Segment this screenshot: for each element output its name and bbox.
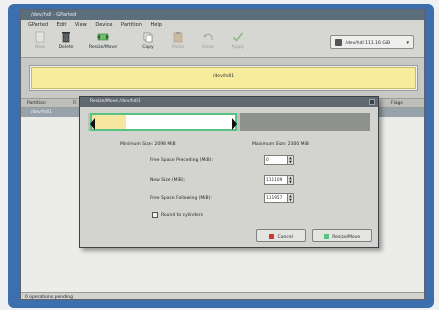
disk-icon xyxy=(335,39,342,46)
apply-label: Apply xyxy=(231,45,245,50)
resize-move-icon xyxy=(323,234,329,239)
free-following-value: 111957 xyxy=(266,196,283,201)
new-size-label: New Size (MiB): xyxy=(150,178,186,183)
round-to-cylinders-label: Round to cylinders xyxy=(161,213,203,218)
cancel-label: Cancel xyxy=(277,235,293,240)
resize-move-dialog: Resize/Move /dev/hdl1 Minimum Size: 2098… xyxy=(79,96,379,248)
device-selector[interactable]: /dev/hdl 111.16 GiB ▾ xyxy=(330,35,414,49)
resize-move-button[interactable]: Resize/Move xyxy=(83,31,123,56)
window-title: /dev/hdl - GParted xyxy=(31,12,77,18)
checkbox-icon[interactable] xyxy=(152,212,158,218)
apply-icon xyxy=(232,32,244,42)
maximum-size-label: Maximum Size: 2300 MiB xyxy=(252,142,309,147)
cancel-icon xyxy=(269,234,275,239)
menu-view[interactable]: View xyxy=(75,22,87,28)
left-resize-handle[interactable] xyxy=(90,118,95,130)
row-partition-name: /dev/hdl1 xyxy=(31,110,53,115)
status-text: 0 operations pending xyxy=(25,295,73,300)
cancel-button[interactable]: Cancel xyxy=(256,229,306,242)
free-preceding-input[interactable]: 0 ▲ ▼ xyxy=(264,155,294,165)
resize-move-icon xyxy=(97,33,109,41)
resize-move-confirm-button[interactable]: Resize/Move xyxy=(312,229,372,242)
menubar: GParted Edit View Device Partition Help xyxy=(21,20,424,29)
disk-graphic-label: /dev/hdl1 xyxy=(212,74,235,79)
new-size-input[interactable]: 111109 ▲ ▼ xyxy=(264,175,294,185)
undo-label: Undo xyxy=(202,45,214,50)
delete-button[interactable]: Delete xyxy=(51,31,81,56)
statusbar: 0 operations pending xyxy=(21,292,424,300)
close-icon[interactable] xyxy=(369,99,375,105)
resize-move-confirm-label: Resize/Move xyxy=(332,235,361,240)
minimum-size-label: Minimum Size: 2098 MiB xyxy=(120,142,176,147)
copy-label: Copy xyxy=(142,45,154,50)
partition-resize-box[interactable] xyxy=(90,113,237,131)
spin-arrows-icon[interactable]: ▲ ▼ xyxy=(287,176,293,184)
chevron-down-icon: ▾ xyxy=(406,40,409,46)
column-filesystem[interactable]: Fi xyxy=(73,101,77,106)
menu-partition[interactable]: Partition xyxy=(121,22,142,28)
dialog-title: Resize/Move /dev/hdl1 xyxy=(90,99,141,104)
disk-graphic[interactable]: /dev/hdl1 xyxy=(29,65,418,91)
free-following-label: Free Space Following (MiB): xyxy=(150,196,212,201)
column-partition[interactable]: Partition xyxy=(27,101,46,106)
window-titlebar: /dev/hdl - GParted xyxy=(21,10,424,20)
paste-icon xyxy=(173,32,183,43)
free-following-row: Free Space Following (MiB): 111957 ▲ ▼ xyxy=(150,193,310,204)
menu-device[interactable]: Device xyxy=(95,22,112,28)
paste-label: Paste xyxy=(171,45,185,50)
new-size-row: New Size (MiB): 111109 ▲ ▼ xyxy=(150,175,310,186)
new-icon xyxy=(35,31,45,43)
copy-icon xyxy=(143,32,153,43)
used-space-fill xyxy=(92,115,126,129)
unallocated-space xyxy=(240,113,370,131)
free-preceding-row: Free Space Preceding (MiB): 0 ▲ ▼ xyxy=(150,155,310,166)
free-preceding-value: 0 xyxy=(266,158,269,163)
free-following-input[interactable]: 111957 ▲ ▼ xyxy=(264,193,294,203)
device-label: /dev/hdl 111.16 GiB xyxy=(345,41,391,46)
menu-gparted[interactable]: GParted xyxy=(28,22,48,28)
apply-button[interactable]: Apply xyxy=(223,31,253,56)
copy-button[interactable]: Copy xyxy=(133,31,163,56)
delete-label: Delete xyxy=(58,45,74,50)
delete-icon xyxy=(62,32,70,43)
resize-slider-track[interactable] xyxy=(88,113,370,131)
undo-button[interactable]: Undo xyxy=(193,31,223,56)
spin-arrows-icon[interactable]: ▲ ▼ xyxy=(287,194,293,202)
right-resize-handle[interactable] xyxy=(232,118,237,130)
column-flags[interactable]: Flags xyxy=(391,101,403,106)
dialog-titlebar: Resize/Move /dev/hdl1 xyxy=(80,97,378,107)
free-preceding-label: Free Space Preceding (MiB): xyxy=(150,158,214,163)
spin-arrows-icon[interactable]: ▲ ▼ xyxy=(287,156,293,164)
menu-edit[interactable]: Edit xyxy=(57,22,67,28)
paste-button[interactable]: Paste xyxy=(163,31,193,56)
resize-move-label: Resize/Move xyxy=(88,45,117,50)
menu-help[interactable]: Help xyxy=(150,22,161,28)
new-size-value: 111109 xyxy=(266,178,283,183)
undo-icon xyxy=(203,33,213,40)
